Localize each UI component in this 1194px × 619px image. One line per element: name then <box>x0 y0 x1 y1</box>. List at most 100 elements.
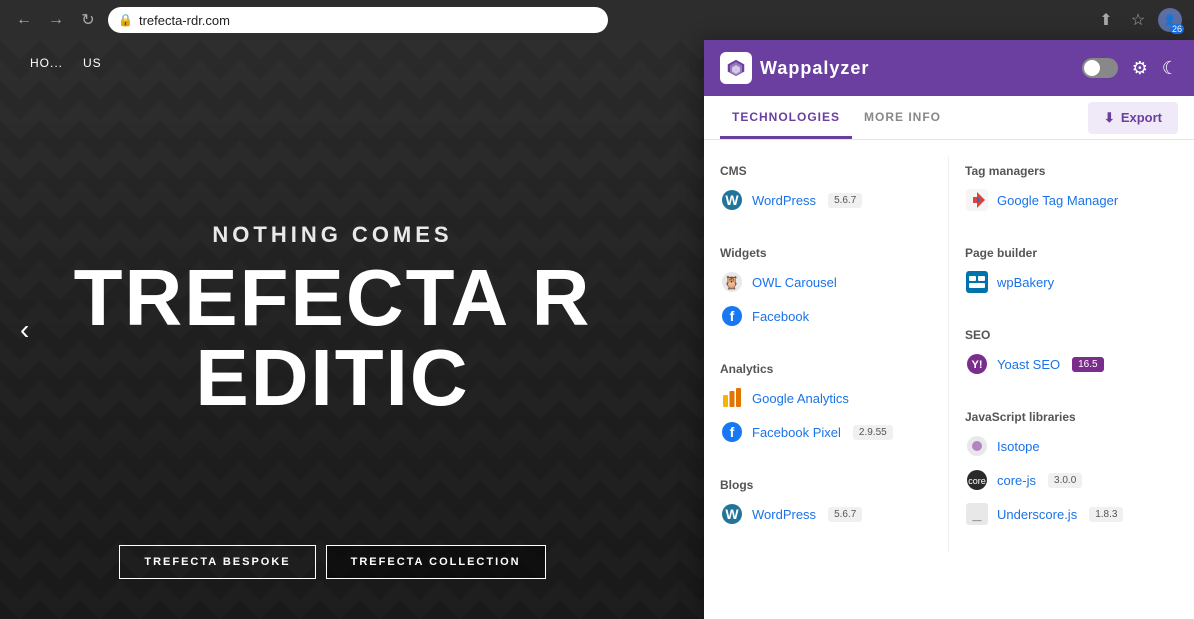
right-column: Tag managers Google Tag Manager Page bui… <box>949 156 1178 552</box>
gtm-link[interactable]: Google Tag Manager <box>997 193 1118 208</box>
export-button[interactable]: ⬇ Export <box>1088 102 1178 134</box>
collection-button[interactable]: TREFECTA COLLECTION <box>326 545 546 579</box>
bespoke-button[interactable]: TREFECTA BESPOKE <box>119 545 315 579</box>
wappalyzer-logo: Wappalyzer <box>720 52 869 84</box>
theme-button[interactable]: ☾ <box>1162 58 1178 79</box>
lock-icon: 🔒 <box>118 13 133 27</box>
facebook-pixel-item: f Facebook Pixel 2.9.55 <box>720 420 948 444</box>
share-button[interactable]: ⬆ <box>1094 8 1118 32</box>
google-analytics-link[interactable]: Google Analytics <box>752 391 849 406</box>
svg-text:W: W <box>725 192 739 208</box>
svg-text:core: core <box>968 476 986 486</box>
wordpress-link[interactable]: WordPress <box>752 193 816 208</box>
seo-section: SEO Y! Yoast SEO 16.5 <box>965 320 1178 402</box>
blogs-section: Blogs W WordPress 5.6.7 <box>720 470 948 552</box>
wappalyzer-panel: Wappalyzer ⚙ ☾ TECHNOLOGIES MORE INFO ⬇ … <box>704 40 1194 619</box>
wappalyzer-content: CMS W WordPress 5.6.7 Widgets 🦉 OWL Caro… <box>704 140 1194 619</box>
underscore-link[interactable]: Underscore.js <box>997 507 1077 522</box>
back-button[interactable]: ← <box>12 8 36 32</box>
avatar-badge: 26 <box>1170 24 1184 34</box>
svg-text:🦉: 🦉 <box>724 275 740 290</box>
widgets-section: Widgets 🦉 OWL Carousel f Facebook <box>720 238 948 354</box>
underscore-item: _ Underscore.js 1.8.3 <box>965 502 1178 526</box>
gtm-item: Google Tag Manager <box>965 188 1178 212</box>
facebook-pixel-icon: f <box>720 420 744 444</box>
yoast-icon: Y! <box>965 352 989 376</box>
settings-button[interactable]: ⚙ <box>1132 58 1148 79</box>
logo-svg <box>725 57 747 79</box>
svg-text:f: f <box>730 424 735 440</box>
wordpress-blog-icon: W <box>720 502 744 526</box>
owl-carousel-item: 🦉 OWL Carousel <box>720 270 948 294</box>
wappalyzer-tabs: TECHNOLOGIES MORE INFO ⬇ Export <box>704 96 1194 140</box>
tab-technologies[interactable]: TECHNOLOGIES <box>720 96 852 139</box>
logo-icon <box>720 52 752 84</box>
cms-title: CMS <box>720 164 948 178</box>
isotope-item: Isotope <box>965 434 1178 458</box>
svg-text:W: W <box>725 506 739 522</box>
corejs-item: core core-js 3.0.0 <box>965 468 1178 492</box>
facebook-widget-icon: f <box>720 304 744 328</box>
wpbakery-icon <box>965 270 989 294</box>
owl-carousel-link[interactable]: OWL Carousel <box>752 275 837 290</box>
isotope-link[interactable]: Isotope <box>997 439 1040 454</box>
bottom-buttons: TREFECTA BESPOKE TREFECTA COLLECTION <box>119 545 545 579</box>
url-text: trefecta-rdr.com <box>139 13 230 28</box>
export-icon: ⬇ <box>1104 110 1115 126</box>
facebook-widget-link[interactable]: Facebook <box>752 309 809 324</box>
tag-managers-section: Tag managers Google Tag Manager <box>965 156 1178 238</box>
facebook-pixel-link[interactable]: Facebook Pixel <box>752 425 841 440</box>
wordpress-version: 5.6.7 <box>828 193 862 208</box>
wordpress-item: W WordPress 5.6.7 <box>720 188 948 212</box>
gtm-icon <box>965 188 989 212</box>
reload-button[interactable]: ↻ <box>76 8 100 32</box>
js-libraries-title: JavaScript libraries <box>965 410 1178 424</box>
wordpress-blog-link[interactable]: WordPress <box>752 507 816 522</box>
analytics-section: Analytics Google Analytics f Facebook Pi… <box>720 354 948 470</box>
corejs-link[interactable]: core-js <box>997 473 1036 488</box>
isotope-icon <box>965 434 989 458</box>
seo-title: SEO <box>965 328 1178 342</box>
corejs-icon: core <box>965 468 989 492</box>
cms-section: CMS W WordPress 5.6.7 <box>720 156 948 238</box>
tab-more-info[interactable]: MORE INFO <box>852 96 953 139</box>
address-bar[interactable]: 🔒 trefecta-rdr.com <box>108 7 608 33</box>
svg-text:_: _ <box>972 506 983 523</box>
facebook-pixel-version: 2.9.55 <box>853 425 893 440</box>
tag-managers-title: Tag managers <box>965 164 1178 178</box>
facebook-widget-item: f Facebook <box>720 304 948 328</box>
widgets-title: Widgets <box>720 246 948 260</box>
page-builder-section: Page builder wpBakery <box>965 238 1178 320</box>
google-analytics-icon <box>720 386 744 410</box>
google-analytics-item: Google Analytics <box>720 386 948 410</box>
underscore-icon: _ <box>965 502 989 526</box>
wordpress-icon: W <box>720 188 744 212</box>
browser-chrome: ← → ↻ 🔒 trefecta-rdr.com ⬆ ☆ 👤 26 <box>0 0 1194 40</box>
svg-text:Y!: Y! <box>972 359 983 371</box>
corejs-version: 3.0.0 <box>1048 473 1082 488</box>
browser-actions: ⬆ ☆ 👤 26 <box>1094 8 1182 32</box>
nothing-comes-text: NOTHING COMES <box>212 222 452 248</box>
analytics-title: Analytics <box>720 362 948 376</box>
wordpress-blog-version: 5.6.7 <box>828 507 862 522</box>
wordpress-blog-item: W WordPress 5.6.7 <box>720 502 948 526</box>
owl-icon: 🦉 <box>720 270 744 294</box>
forward-button[interactable]: → <box>44 8 68 32</box>
wappalyzer-header: Wappalyzer ⚙ ☾ <box>704 40 1194 96</box>
edition-title: EDITIC <box>195 338 469 418</box>
bookmark-button[interactable]: ☆ <box>1126 8 1150 32</box>
avatar[interactable]: 👤 26 <box>1158 8 1182 32</box>
trefecta-title: TREFECTA R <box>74 258 592 338</box>
js-libraries-section: JavaScript libraries Isotope core core-j… <box>965 402 1178 552</box>
yoast-version: 16.5 <box>1072 357 1103 372</box>
wpbakery-item: wpBakery <box>965 270 1178 294</box>
wappalyzer-name: Wappalyzer <box>760 58 869 79</box>
yoast-link[interactable]: Yoast SEO <box>997 357 1060 372</box>
blogs-title: Blogs <box>720 478 948 492</box>
page-content: NOTHING COMES TREFECTA R EDITIC TREFECTA… <box>0 40 665 619</box>
left-column: CMS W WordPress 5.6.7 Widgets 🦉 OWL Caro… <box>720 156 949 552</box>
toggle-switch[interactable] <box>1082 58 1118 78</box>
svg-text:f: f <box>730 308 735 324</box>
header-actions: ⚙ ☾ <box>1082 58 1178 79</box>
wpbakery-link[interactable]: wpBakery <box>997 275 1054 290</box>
